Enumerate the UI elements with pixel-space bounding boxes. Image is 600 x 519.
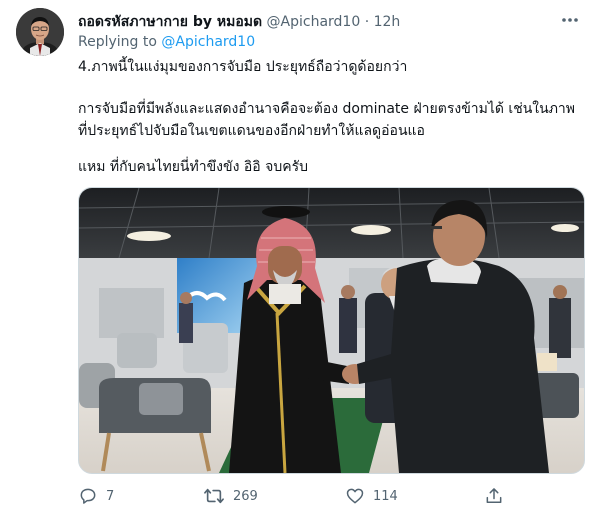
author-handle[interactable]: @Apichard10: [267, 14, 361, 30]
tweet-actions: 7 269 114: [78, 484, 583, 508]
retweet-icon: [204, 488, 224, 504]
avatar[interactable]: [16, 8, 64, 56]
reply-count: 7: [106, 488, 115, 504]
like-count: 114: [373, 488, 398, 504]
tweet-card[interactable]: ถอดรหัสภาษากาย by หมอมด @Apichard10 · 12…: [0, 0, 600, 519]
tweet-header: ถอดรหัสภาษากาย by หมอมด @Apichard10 · 12…: [78, 11, 560, 31]
tweet-text-paragraph3: แหม ที่กับคนไทยนี่ทำขึงขัง อิอิ จบครับ: [78, 159, 308, 175]
replying-to: Replying to @Apichard10: [78, 34, 255, 50]
author-name[interactable]: ถอดรหัสภาษากาย by หมอมด: [78, 14, 262, 30]
tweet-text-paragraph2: การจับมือที่มีพลังและแสดงอำนาจคือจะต้อง …: [78, 101, 576, 139]
heart-icon: [346, 488, 364, 504]
replying-to-link[interactable]: @Apichard10: [161, 34, 255, 50]
separator-dot: ·: [364, 14, 370, 30]
more-horizontal-icon: [562, 18, 578, 22]
replying-prefix: Replying to: [78, 34, 157, 50]
reply-icon: [80, 488, 96, 504]
timestamp[interactable]: 12h: [374, 14, 401, 30]
share-icon: [486, 488, 502, 503]
tweet-photo[interactable]: [78, 187, 585, 474]
tweet-text-line1: 4.ภาพนี้ในแง่มุมของการจับมือ ประยุทธ์ถือ…: [78, 59, 408, 75]
share-button[interactable]: [484, 484, 504, 508]
more-options-button[interactable]: [558, 10, 582, 30]
retweet-button[interactable]: 269: [203, 484, 258, 508]
like-button[interactable]: 114: [345, 484, 398, 508]
reply-button[interactable]: 7: [78, 484, 114, 508]
retweet-count: 269: [233, 488, 258, 504]
